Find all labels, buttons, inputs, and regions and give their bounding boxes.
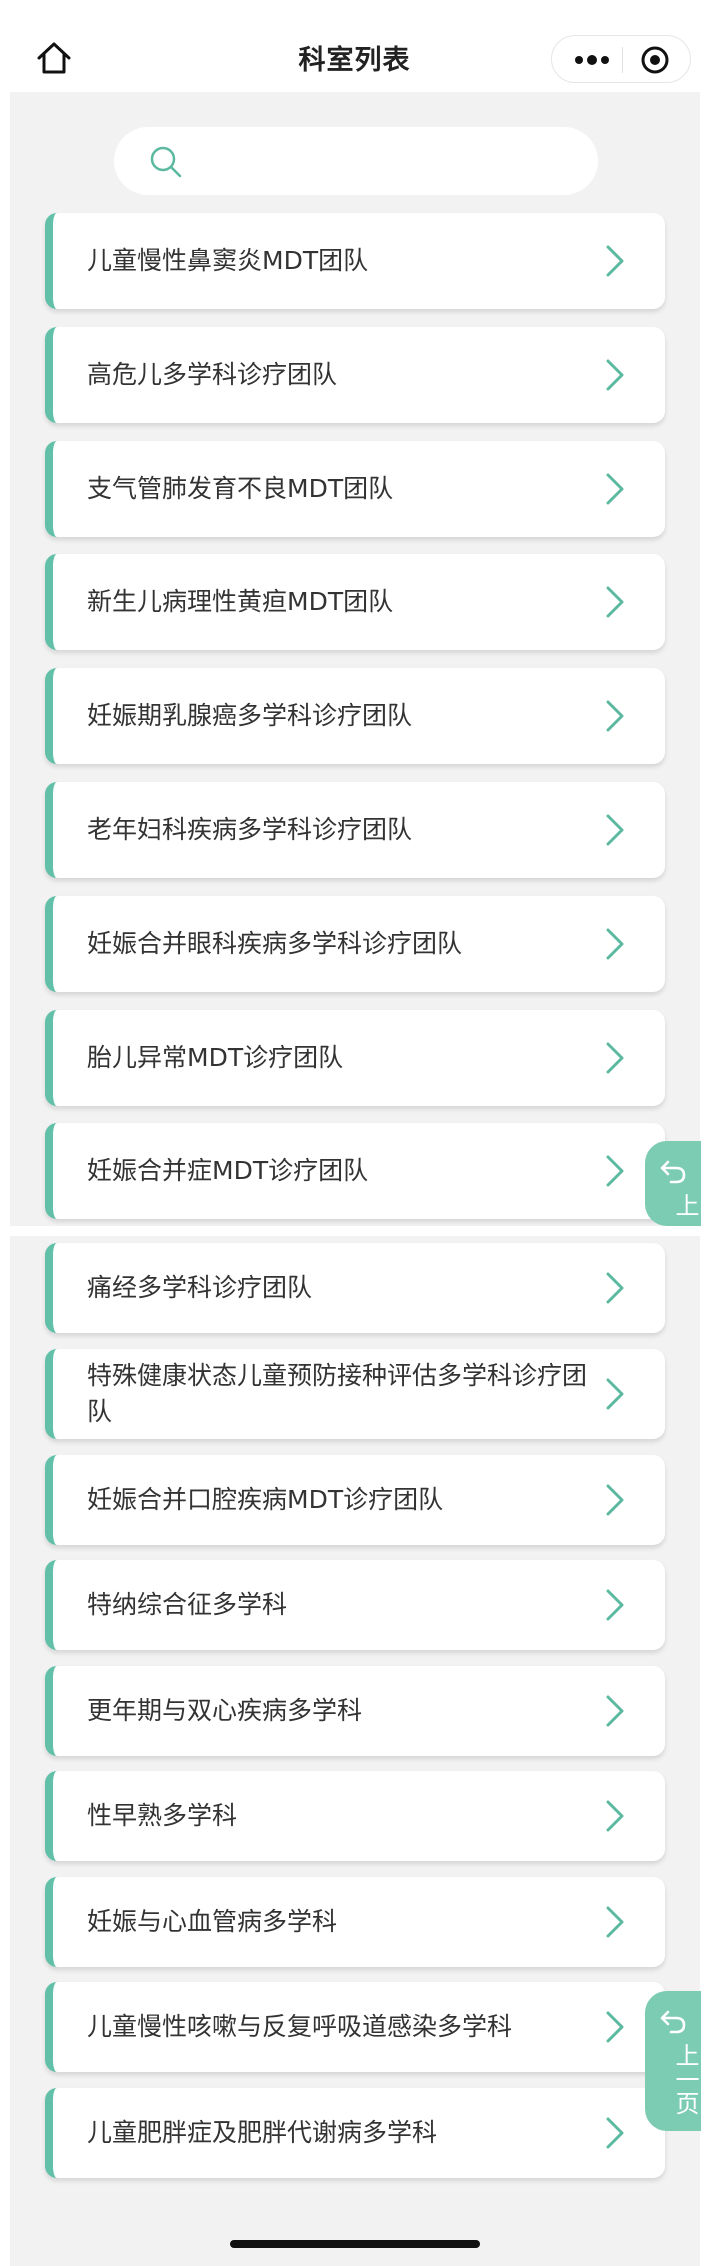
home-indicator xyxy=(230,2240,480,2248)
list-item[interactable]: 支气管肺发育不良MDT团队 xyxy=(45,441,665,537)
chevron-right-icon xyxy=(606,1042,624,1074)
search-bar[interactable] xyxy=(114,127,598,195)
mini-program-capsule xyxy=(551,35,691,83)
list-item[interactable]: 儿童慢性鼻窦炎MDT团队 xyxy=(45,213,665,309)
chevron-right-icon xyxy=(606,2011,624,2043)
chevron-right-icon xyxy=(606,245,624,277)
list-item-label: 更年期与双心疾病多学科 xyxy=(87,1696,363,1725)
chevron-right-icon xyxy=(606,700,624,732)
chevron-right-icon xyxy=(606,1589,624,1621)
list-item-label: 胎儿异常MDT诊疗团队 xyxy=(87,1043,344,1072)
list-item[interactable]: 性早熟多学科 xyxy=(45,1771,665,1861)
list-item-label: 妊娠期乳腺癌多学科诊疗团队 xyxy=(87,701,413,730)
undo-arrow-icon xyxy=(660,1160,686,1184)
chevron-right-icon xyxy=(606,473,624,505)
list-item-label: 儿童慢性鼻窦炎MDT团队 xyxy=(87,246,369,275)
capsule-divider xyxy=(622,47,623,73)
previous-page-label: 上 xyxy=(671,1193,699,1217)
chevron-right-icon xyxy=(606,814,624,846)
chevron-right-icon xyxy=(606,1695,624,1727)
list-item[interactable]: 新生儿病理性黄疸MDT团队 xyxy=(45,554,665,650)
chevron-right-icon xyxy=(606,1800,624,1832)
list-item[interactable]: 老年妇科疾病多学科诊疗团队 xyxy=(45,782,665,878)
previous-page-label: 上一页 xyxy=(671,2043,699,2115)
chevron-right-icon xyxy=(606,928,624,960)
list-item-label: 特纳综合征多学科 xyxy=(87,1590,288,1619)
list-item[interactable]: 高危儿多学科诊疗团队 xyxy=(45,327,665,423)
list-item[interactable]: 妊娠合并症MDT诊疗团队 xyxy=(45,1123,665,1219)
list-item[interactable]: 妊娠期乳腺癌多学科诊疗团队 xyxy=(45,668,665,764)
list-item-label: 妊娠与心血管病多学科 xyxy=(87,1907,338,1936)
list-item[interactable]: 儿童肥胖症及肥胖代谢病多学科 xyxy=(45,2088,665,2178)
search-icon xyxy=(150,146,182,178)
list-item[interactable]: 妊娠与心血管病多学科 xyxy=(45,1877,665,1967)
list-item-label: 特殊健康状态儿童预防接种评估多学科诊疗团队 xyxy=(87,1361,588,1426)
chevron-right-icon xyxy=(606,359,624,391)
list-item-label: 妊娠合并眼科疾病多学科诊疗团队 xyxy=(87,929,463,958)
list-item[interactable]: 特纳综合征多学科 xyxy=(45,1560,665,1650)
list-item[interactable]: 痛经多学科诊疗团队 xyxy=(45,1243,665,1333)
list-item[interactable]: 妊娠合并口腔疾病MDT诊疗团队 xyxy=(45,1455,665,1545)
close-target-icon[interactable] xyxy=(640,45,670,75)
chevron-right-icon xyxy=(606,1155,624,1187)
chevron-right-icon xyxy=(606,1906,624,1938)
previous-page-button-top[interactable]: 上 xyxy=(645,1141,701,1226)
list-item-label: 妊娠合并口腔疾病MDT诊疗团队 xyxy=(87,1485,444,1514)
list-item-label: 妊娠合并症MDT诊疗团队 xyxy=(87,1156,369,1185)
list-item-label: 性早熟多学科 xyxy=(87,1801,238,1830)
chevron-right-icon xyxy=(606,1272,624,1304)
list-item[interactable]: 妊娠合并眼科疾病多学科诊疗团队 xyxy=(45,896,665,992)
list-item[interactable]: 特殊健康状态儿童预防接种评估多学科诊疗团队 xyxy=(45,1349,665,1439)
list-item[interactable]: 更年期与双心疾病多学科 xyxy=(45,1666,665,1756)
list-item-label: 高危儿多学科诊疗团队 xyxy=(87,360,338,389)
chevron-right-icon xyxy=(606,2117,624,2149)
undo-arrow-icon xyxy=(660,2010,686,2034)
list-item-label: 儿童慢性咳嗽与反复呼吸道感染多学科 xyxy=(87,2012,513,2041)
list-item-label: 痛经多学科诊疗团队 xyxy=(87,1273,313,1302)
previous-page-button[interactable]: 上一页 xyxy=(645,1991,701,2131)
list-item[interactable]: 胎儿异常MDT诊疗团队 xyxy=(45,1010,665,1106)
list-item-label: 儿童肥胖症及肥胖代谢病多学科 xyxy=(87,2118,438,2147)
chevron-right-icon xyxy=(606,586,624,618)
search-input[interactable] xyxy=(200,141,574,183)
chevron-right-icon xyxy=(606,1484,624,1516)
list-item-label: 新生儿病理性黄疸MDT团队 xyxy=(87,587,394,616)
more-icon[interactable] xyxy=(572,50,612,70)
list-item-label: 支气管肺发育不良MDT团队 xyxy=(87,474,394,503)
chevron-right-icon xyxy=(606,1378,624,1410)
list-item[interactable]: 儿童慢性咳嗽与反复呼吸道感染多学科 xyxy=(45,1982,665,2072)
list-item-label: 老年妇科疾病多学科诊疗团队 xyxy=(87,815,413,844)
